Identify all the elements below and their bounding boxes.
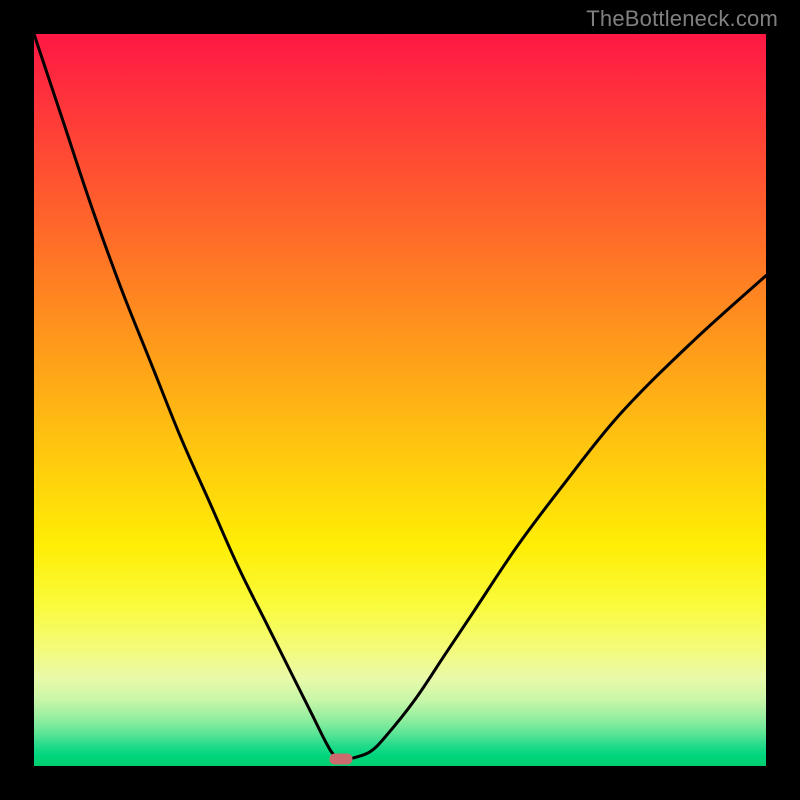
bottleneck-curve (34, 34, 766, 759)
watermark-text: TheBottleneck.com (586, 6, 778, 32)
plot-area (34, 34, 766, 766)
chart-frame: TheBottleneck.com (0, 0, 800, 800)
curve-svg (34, 34, 766, 766)
minimum-marker (330, 753, 353, 764)
